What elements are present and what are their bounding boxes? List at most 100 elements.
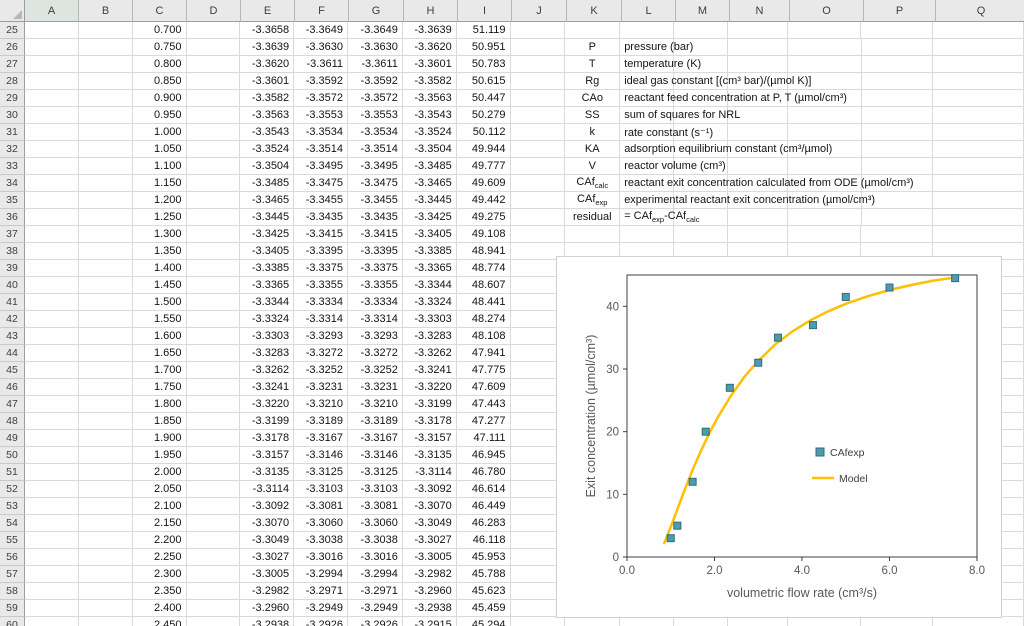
cell-G50[interactable]: -3.3146	[348, 447, 403, 464]
cell-B46[interactable]	[79, 379, 133, 396]
cell-P33[interactable]	[862, 158, 934, 175]
cell-J27[interactable]	[511, 56, 566, 73]
cell-G33[interactable]: -3.3495	[348, 158, 403, 175]
row-header-56[interactable]: 56	[0, 549, 25, 566]
cell-G48[interactable]: -3.3189	[348, 413, 403, 430]
cell-K60[interactable]	[565, 617, 620, 626]
cell-A43[interactable]	[25, 328, 79, 345]
cell-E55[interactable]: -3.3049	[240, 532, 294, 549]
cell-G39[interactable]: -3.3375	[348, 260, 403, 277]
cell-D40[interactable]	[187, 277, 241, 294]
cell-C30[interactable]: 0.950	[133, 107, 187, 124]
cell-I52[interactable]: 46.614	[457, 481, 511, 498]
cell-O31[interactable]	[788, 124, 862, 141]
cell-E60[interactable]: -3.2938	[240, 617, 294, 626]
cell-H41[interactable]: -3.3324	[403, 294, 457, 311]
cell-C42[interactable]: 1.550	[133, 311, 187, 328]
cell-L34[interactable]: reactant exit concentration calculated f…	[620, 175, 674, 192]
cell-C46[interactable]: 1.750	[133, 379, 187, 396]
cell-C33[interactable]: 1.100	[133, 158, 187, 175]
cell-F36[interactable]: -3.3435	[294, 209, 348, 226]
cell-I54[interactable]: 46.283	[457, 515, 511, 532]
cell-Q31[interactable]	[933, 124, 1024, 141]
cell-A32[interactable]	[25, 141, 79, 158]
cell-I25[interactable]: 51.119	[457, 22, 511, 39]
cell-B36[interactable]	[79, 209, 133, 226]
row-header-31[interactable]: 31	[0, 124, 25, 141]
cell-D39[interactable]	[187, 260, 241, 277]
cell-A33[interactable]	[25, 158, 79, 175]
cell-K37[interactable]	[565, 226, 620, 243]
row-header-51[interactable]: 51	[0, 464, 25, 481]
cell-D47[interactable]	[187, 396, 241, 413]
cell-E47[interactable]: -3.3220	[240, 396, 294, 413]
cell-H53[interactable]: -3.3070	[403, 498, 457, 515]
cell-C58[interactable]: 2.350	[133, 583, 187, 600]
cell-H36[interactable]: -3.3425	[403, 209, 457, 226]
cell-Q25[interactable]	[933, 22, 1024, 39]
cell-H39[interactable]: -3.3365	[403, 260, 457, 277]
cell-I53[interactable]: 46.449	[457, 498, 511, 515]
cell-C31[interactable]: 1.000	[133, 124, 187, 141]
cell-I36[interactable]: 49.275	[457, 209, 511, 226]
cell-D51[interactable]	[187, 464, 241, 481]
cell-A60[interactable]	[25, 617, 79, 626]
cell-K26[interactable]: P	[565, 39, 620, 56]
cell-C48[interactable]: 1.850	[133, 413, 187, 430]
cell-K35[interactable]: CAfexp	[565, 192, 620, 209]
cell-I51[interactable]: 46.780	[457, 464, 511, 481]
row-header-34[interactable]: 34	[0, 175, 25, 192]
cell-A35[interactable]	[25, 192, 79, 209]
cell-D37[interactable]	[187, 226, 241, 243]
cell-F35[interactable]: -3.3455	[294, 192, 348, 209]
cell-G30[interactable]: -3.3553	[348, 107, 403, 124]
embedded-chart[interactable]: 0.02.04.06.08.0010203040volumetric flow …	[556, 256, 1002, 618]
cell-J33[interactable]	[511, 158, 566, 175]
cell-B59[interactable]	[79, 600, 133, 617]
cell-G36[interactable]: -3.3435	[348, 209, 403, 226]
row-header-48[interactable]: 48	[0, 413, 25, 430]
cell-Q35[interactable]	[933, 192, 1024, 209]
cell-E26[interactable]: -3.3639	[240, 39, 294, 56]
cell-O30[interactable]	[788, 107, 862, 124]
cell-H49[interactable]: -3.3157	[403, 430, 457, 447]
cell-A42[interactable]	[25, 311, 79, 328]
cell-E31[interactable]: -3.3543	[240, 124, 294, 141]
cell-K25[interactable]	[565, 22, 620, 39]
cell-G59[interactable]: -3.2949	[348, 600, 403, 617]
row-header-53[interactable]: 53	[0, 498, 25, 515]
cell-J30[interactable]	[511, 107, 566, 124]
cell-B26[interactable]	[79, 39, 133, 56]
cell-A41[interactable]	[25, 294, 79, 311]
cell-G29[interactable]: -3.3572	[348, 90, 403, 107]
column-header-C[interactable]: C	[133, 0, 187, 22]
cell-A55[interactable]	[25, 532, 79, 549]
cell-H27[interactable]: -3.3601	[403, 56, 457, 73]
cell-H45[interactable]: -3.3241	[403, 362, 457, 379]
column-header-I[interactable]: I	[458, 0, 512, 22]
cell-B47[interactable]	[79, 396, 133, 413]
cell-B49[interactable]	[79, 430, 133, 447]
cell-K36[interactable]: residual	[565, 209, 620, 226]
cell-H51[interactable]: -3.3114	[403, 464, 457, 481]
cell-L27[interactable]: temperature (K)	[620, 56, 674, 73]
row-header-26[interactable]: 26	[0, 39, 25, 56]
cell-P60[interactable]	[861, 617, 933, 626]
cell-E54[interactable]: -3.3070	[240, 515, 294, 532]
cell-O37[interactable]	[788, 226, 862, 243]
cell-C29[interactable]: 0.900	[133, 90, 187, 107]
cell-A45[interactable]	[25, 362, 79, 379]
cell-I50[interactable]: 46.945	[457, 447, 511, 464]
cell-B54[interactable]	[79, 515, 133, 532]
cell-I45[interactable]: 47.775	[457, 362, 511, 379]
cell-E56[interactable]: -3.3027	[240, 549, 294, 566]
cell-C60[interactable]: 2.450	[133, 617, 187, 626]
cell-F28[interactable]: -3.3592	[294, 73, 348, 90]
cell-F51[interactable]: -3.3125	[294, 464, 348, 481]
cell-I35[interactable]: 49.442	[457, 192, 511, 209]
cell-F33[interactable]: -3.3495	[294, 158, 348, 175]
cell-G60[interactable]: -3.2926	[348, 617, 403, 626]
cell-I27[interactable]: 50.783	[457, 56, 511, 73]
cell-H40[interactable]: -3.3344	[403, 277, 457, 294]
cell-G42[interactable]: -3.3314	[348, 311, 403, 328]
